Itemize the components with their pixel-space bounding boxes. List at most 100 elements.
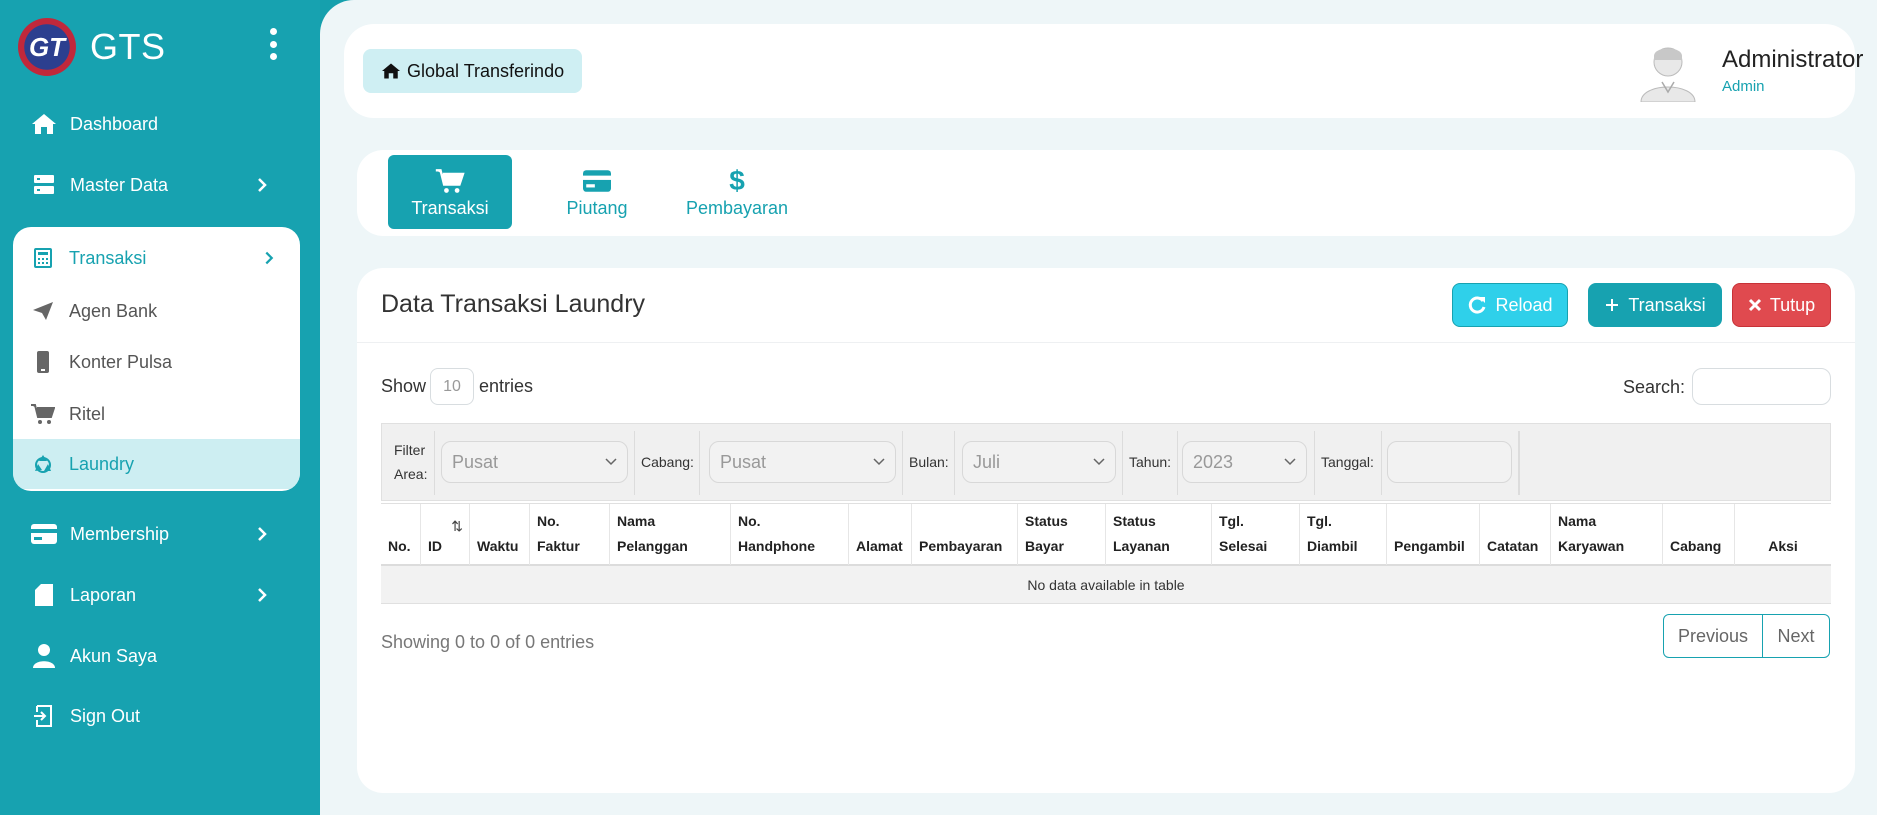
tab-label: Piutang (566, 197, 628, 218)
add-transaksi-button[interactable]: Transaksi (1588, 283, 1722, 327)
card-title: Data Transaksi Laundry (381, 290, 646, 318)
previous-button[interactable]: Previous (1664, 615, 1763, 657)
cart-icon (29, 400, 57, 428)
card-icon (30, 520, 58, 548)
search-input[interactable] (1692, 368, 1831, 405)
sidebar-item-label: Ritel (69, 403, 106, 424)
sidebar-item-agen-bank[interactable]: Agen Bank (13, 286, 300, 336)
sidebar: GT GTS Dashboard Master Data Transaksi A… (0, 0, 320, 815)
dollar-icon: $ (729, 164, 745, 196)
file-icon (30, 581, 58, 609)
table-info: Showing 0 to 0 of 0 entries (381, 632, 595, 652)
entries-label: entries (479, 376, 534, 396)
close-button[interactable]: Tutup (1732, 283, 1831, 327)
column-header[interactable]: Tgl. Selesai (1212, 504, 1300, 565)
sidebar-item-transaksi[interactable]: Transaksi (13, 233, 300, 283)
filter-area-label: Filter Area: (388, 431, 435, 495)
reload-label: Reload (1495, 294, 1553, 315)
brand[interactable]: GT GTS (18, 18, 166, 76)
sidebar-item-akun-saya[interactable]: Akun Saya (30, 636, 290, 676)
sidebar-item-label: Sign Out (70, 705, 141, 726)
credit-card-icon (583, 166, 611, 196)
entries-select[interactable]: 10 (430, 368, 474, 405)
tab-piutang[interactable]: Piutang (542, 155, 652, 229)
column-header[interactable]: No. Handphone (731, 504, 849, 565)
sidebar-item-sign-out[interactable]: Sign Out (30, 696, 290, 736)
plus-icon (1606, 299, 1619, 311)
module-tabs: Transaksi Piutang $ Pembayaran (357, 150, 1855, 236)
column-header[interactable]: Alamat (849, 504, 912, 565)
column-header[interactable]: Cabang (1663, 504, 1735, 565)
reload-button[interactable]: Reload (1452, 283, 1568, 327)
sidebar-item-label: Dashboard (70, 113, 159, 134)
close-label: Tutup (1769, 294, 1816, 315)
tab-pembayaran[interactable]: $ Pembayaran (677, 155, 797, 229)
recycle-icon (29, 450, 57, 478)
filter-area-select[interactable]: Pusat (441, 441, 628, 483)
calculator-icon (29, 244, 57, 272)
sidebar-item-membership[interactable]: Membership (30, 514, 290, 554)
filter-bulan-label: Bulan: (902, 431, 955, 495)
home-icon (382, 63, 400, 79)
avatar[interactable] (1639, 42, 1697, 103)
filter-tahun-label: Tahun: (1122, 431, 1178, 495)
chevron-right-icon (265, 251, 274, 265)
breadcrumb[interactable]: Global Transferindo (363, 49, 583, 93)
tab-label: Pembayaran (685, 197, 789, 218)
sort-icon: ⇅ (451, 518, 463, 534)
user-name: Administrator (1722, 46, 1864, 73)
filter-row: Filter Area: Pusat Cabang: Pusat Bulan: … (381, 423, 1831, 501)
more-vertical-icon[interactable] (268, 28, 278, 60)
chevron-down-icon (1284, 458, 1296, 466)
sidebar-item-laporan[interactable]: Laporan (30, 575, 290, 615)
sidebar-item-dashboard[interactable]: Dashboard (30, 104, 290, 144)
search-label: Search: (1623, 377, 1686, 397)
sidebar-item-label: Membership (70, 523, 170, 544)
sidebar-item-label: Laporan (70, 584, 137, 605)
sidebar-item-ritel[interactable]: Ritel (13, 389, 300, 439)
column-header[interactable]: Status Bayar (1018, 504, 1106, 565)
column-header[interactable]: Nama Karyawan (1551, 504, 1663, 565)
sidebar-item-label: Akun Saya (70, 645, 158, 666)
tab-transaksi[interactable]: Transaksi (388, 155, 512, 229)
column-label: ID (428, 538, 442, 554)
filter-tahun-value: 2023 (1193, 451, 1234, 472)
close-icon (1748, 298, 1761, 312)
filter-tanggal-input[interactable] (1387, 441, 1512, 483)
chevron-down-icon (873, 458, 885, 466)
column-header[interactable]: Catatan (1480, 504, 1551, 565)
top-bar: Global Transferindo Administrator Admin (344, 24, 1863, 118)
filter-bulan-select[interactable]: Juli (962, 441, 1116, 483)
server-icon (30, 171, 58, 199)
filter-bulan-value: Juli (973, 451, 1001, 472)
empty-table-row: No data available in table (381, 566, 1831, 604)
column-header[interactable]: Tgl. Diambil (1300, 504, 1387, 565)
column-header[interactable]: Waktu (470, 504, 530, 565)
home-icon (30, 110, 58, 138)
main-content: Global Transferindo Administrator Admin … (320, 0, 1877, 815)
divider (357, 342, 1855, 343)
filter-tanggal-label: Tanggal: (1314, 431, 1382, 495)
column-header[interactable]: No. (381, 504, 421, 565)
filter-tahun-select[interactable]: 2023 (1182, 441, 1307, 483)
column-header[interactable]: Status Layanan (1106, 504, 1212, 565)
user-icon (30, 642, 58, 670)
sidebar-item-master-data[interactable]: Master Data (30, 165, 290, 205)
next-button[interactable]: Next (1763, 615, 1829, 657)
column-header-id[interactable]: ID ⇅ (421, 504, 470, 565)
column-header[interactable]: Pembayaran (912, 504, 1018, 565)
table-header: No. ID ⇅ Waktu No. Faktur Nama Pelanggan… (381, 503, 1831, 566)
sidebar-item-laundry[interactable]: Laundry (13, 439, 300, 489)
chevron-right-icon (258, 178, 267, 192)
refresh-icon (1469, 296, 1486, 314)
column-header[interactable]: No. Faktur (530, 504, 610, 565)
sidebar-item-label: Master Data (70, 174, 169, 195)
column-header[interactable]: Pengambil (1387, 504, 1480, 565)
column-header[interactable]: Nama Pelanggan (610, 504, 731, 565)
column-header[interactable]: Aksi (1735, 504, 1831, 565)
filter-divider (1518, 431, 1520, 495)
filter-cabang-select[interactable]: Pusat (709, 441, 896, 483)
transaction-card: Data Transaksi Laundry Reload Transaksi … (357, 268, 1855, 793)
cart-icon (435, 166, 465, 196)
sidebar-item-konter-pulsa[interactable]: Konter Pulsa (13, 337, 300, 387)
